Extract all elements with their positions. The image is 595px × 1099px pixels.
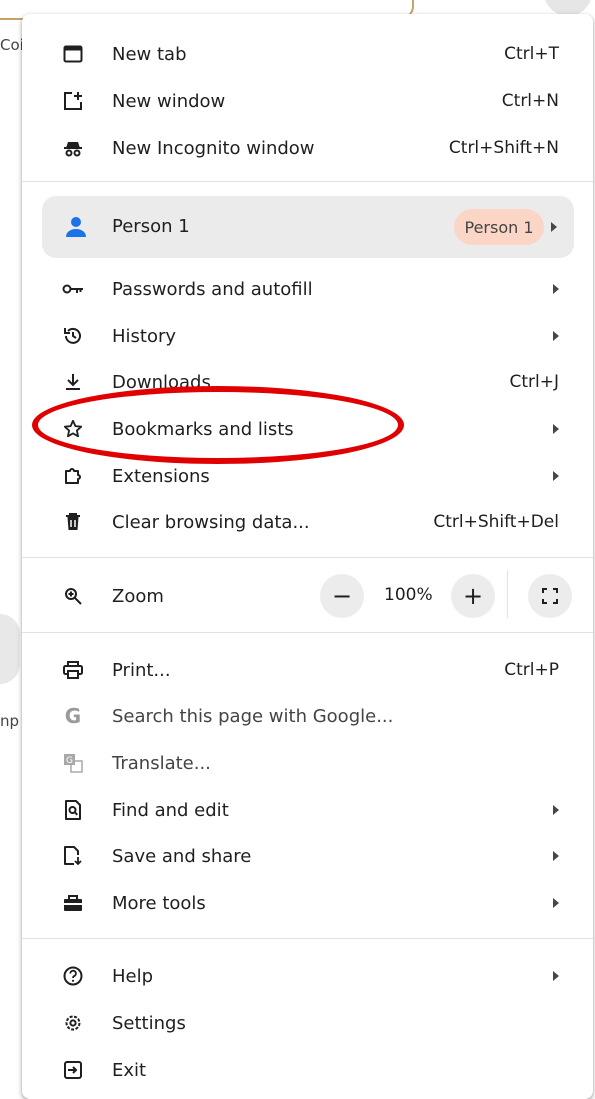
background-text-fragment: Coi: [0, 36, 24, 54]
menu-item-label: Settings: [112, 1012, 186, 1034]
menu-item-label: Help: [112, 965, 154, 987]
shortcut-label: Ctrl+T: [504, 44, 559, 64]
fullscreen-icon: [542, 588, 558, 604]
download-icon: [62, 371, 84, 393]
profile-name: Person 1: [112, 216, 190, 237]
menu-divider: [22, 557, 593, 558]
menu-item-translate[interactable]: G Translate...: [22, 741, 593, 785]
fullscreen-button[interactable]: [528, 574, 572, 618]
shortcut-label: Ctrl+J: [509, 372, 559, 392]
background-card-fragment: [0, 614, 20, 684]
menu-item-bookmarks[interactable]: Bookmarks and lists: [22, 407, 593, 451]
exit-icon: [62, 1059, 84, 1081]
menu-item-label: Find and edit: [112, 799, 229, 821]
help-icon: [62, 965, 84, 987]
menu-item-label: Extensions: [112, 465, 210, 487]
submenu-arrow-icon: [553, 284, 559, 294]
profile-row[interactable]: Person 1 Person 1: [42, 196, 574, 258]
menu-divider: [22, 181, 593, 182]
menu-item-label: Save and share: [112, 845, 252, 867]
zoom-icon: [62, 585, 84, 607]
shortcut-label: Ctrl+Shift+Del: [433, 512, 559, 532]
menu-item-label: Print...: [112, 659, 171, 681]
menu-item-label: Downloads: [112, 371, 211, 393]
menu-item-label: Passwords and autofill: [112, 278, 313, 300]
menu-item-more-tools[interactable]: More tools: [22, 881, 593, 925]
gear-icon: [62, 1012, 84, 1034]
menu-item-clear-browsing-data[interactable]: Clear browsing data... Ctrl+Shift+Del: [22, 500, 593, 544]
menu-item-label: Exit: [112, 1059, 147, 1081]
svg-text:G: G: [66, 756, 73, 766]
star-icon: [62, 418, 84, 440]
menu-item-new-incognito[interactable]: New Incognito window Ctrl+Shift+N: [22, 126, 593, 170]
shortcut-label: Ctrl+Shift+N: [448, 138, 559, 158]
translate-icon: G: [62, 752, 84, 774]
menu-item-label: Zoom: [112, 585, 164, 607]
menu-item-new-window[interactable]: New window Ctrl+N: [22, 79, 593, 123]
key-icon: [62, 278, 84, 300]
menu-divider: [22, 632, 593, 633]
shortcut-label: Ctrl+N: [501, 91, 559, 111]
menu-item-settings[interactable]: Settings: [22, 1001, 593, 1045]
google-g-icon: G: [64, 704, 82, 728]
zoom-out-button[interactable]: −: [320, 574, 364, 618]
menu-item-label: New tab: [112, 43, 187, 65]
menu-item-help[interactable]: Help: [22, 954, 593, 998]
menu-item-new-tab[interactable]: New tab Ctrl+T: [22, 32, 593, 76]
person-avatar-icon: [64, 215, 88, 239]
zoom-level: 100%: [384, 585, 433, 605]
chrome-main-menu: New tab Ctrl+T New window Ctrl+N New Inc…: [22, 14, 593, 1099]
incognito-icon: [62, 137, 84, 159]
save-page-icon: [62, 845, 84, 867]
menu-item-print[interactable]: Print... Ctrl+P: [22, 648, 593, 692]
new-tab-icon: [62, 43, 84, 65]
menu-item-label: Bookmarks and lists: [112, 418, 294, 440]
submenu-arrow-icon: [553, 471, 559, 481]
printer-icon: [62, 659, 84, 681]
submenu-arrow-icon: [551, 222, 557, 232]
menu-item-label: Translate...: [112, 752, 211, 774]
menu-item-extensions[interactable]: Extensions: [22, 454, 593, 498]
menu-item-label: More tools: [112, 892, 206, 914]
submenu-arrow-icon: [553, 424, 559, 434]
history-icon: [62, 325, 84, 347]
new-window-icon: [62, 90, 84, 112]
menu-item-downloads[interactable]: Downloads Ctrl+J: [22, 360, 593, 404]
menu-item-label: Clear browsing data...: [112, 511, 310, 533]
submenu-arrow-icon: [553, 331, 559, 341]
submenu-arrow-icon: [553, 898, 559, 908]
zoom-divider: [507, 570, 508, 618]
background-text-fragment: np: [0, 712, 20, 730]
menu-item-history[interactable]: History: [22, 314, 593, 358]
menu-item-passwords[interactable]: Passwords and autofill: [22, 267, 593, 311]
menu-item-find-and-edit[interactable]: Find and edit: [22, 788, 593, 832]
menu-item-label: Search this page with Google...: [112, 705, 394, 727]
menu-divider: [22, 938, 593, 939]
menu-item-save-and-share[interactable]: Save and share: [22, 834, 593, 878]
menu-item-label: New Incognito window: [112, 137, 315, 159]
trash-icon: [62, 511, 84, 533]
menu-item-exit[interactable]: Exit: [22, 1048, 593, 1092]
submenu-arrow-icon: [553, 851, 559, 861]
submenu-arrow-icon: [553, 805, 559, 815]
find-in-page-icon: [62, 799, 84, 821]
zoom-in-button[interactable]: +: [451, 574, 495, 618]
menu-item-search-with-google[interactable]: G Search this page with Google...: [22, 694, 593, 738]
shortcut-label: Ctrl+P: [504, 660, 559, 680]
submenu-arrow-icon: [553, 971, 559, 981]
puzzle-piece-icon: [62, 465, 84, 487]
toolbox-icon: [62, 892, 84, 914]
menu-item-label: New window: [112, 90, 226, 112]
menu-item-label: History: [112, 325, 177, 347]
profile-badge: Person 1: [454, 209, 544, 245]
